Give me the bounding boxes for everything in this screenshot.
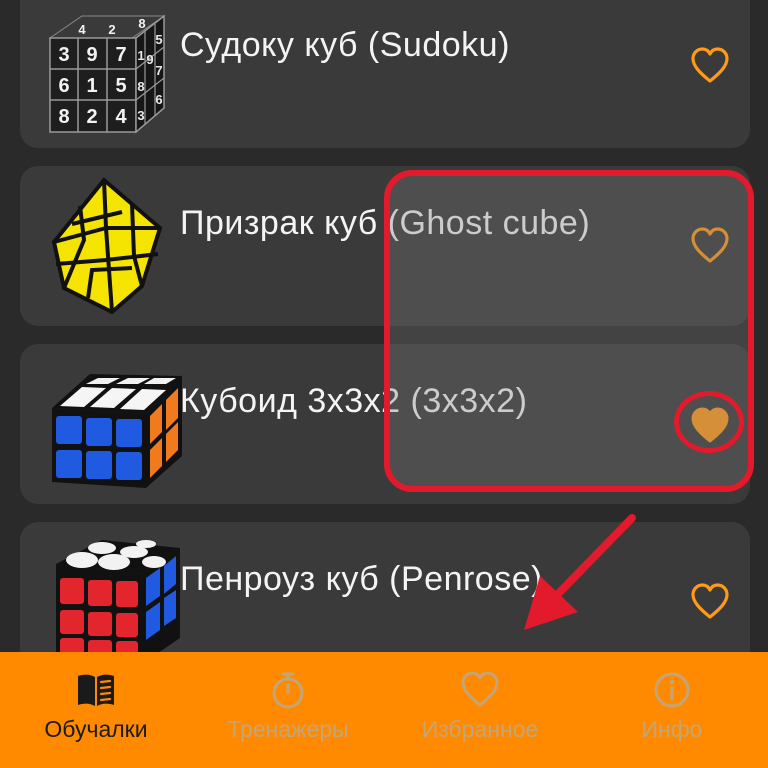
- tab-tutorials[interactable]: Обучалки: [0, 652, 192, 768]
- stopwatch-icon: [272, 672, 304, 709]
- tab-trainers[interactable]: Тренажеры: [192, 652, 384, 768]
- info-icon: [654, 672, 690, 708]
- tab-label: Тренажеры: [227, 716, 349, 742]
- tab-info[interactable]: Инфо: [576, 652, 768, 768]
- tab-label: Обучалки: [44, 716, 148, 742]
- tab-label: Избранное: [421, 716, 539, 742]
- book-icon: [78, 674, 114, 706]
- annotation-arrow-icon: [524, 514, 636, 630]
- heart-icon: [461, 671, 499, 707]
- tab-label: Инфо: [641, 716, 703, 742]
- tab-favorites[interactable]: Избранное: [384, 652, 576, 768]
- bottom-tab-bar: Обучалки Тренажеры Избранное Инфо: [0, 652, 768, 768]
- puzzle-list: 3 9 7 6 1 5 8 2 4 4 2 8 1 5 9 8 7 3 6 Су…: [0, 0, 768, 652]
